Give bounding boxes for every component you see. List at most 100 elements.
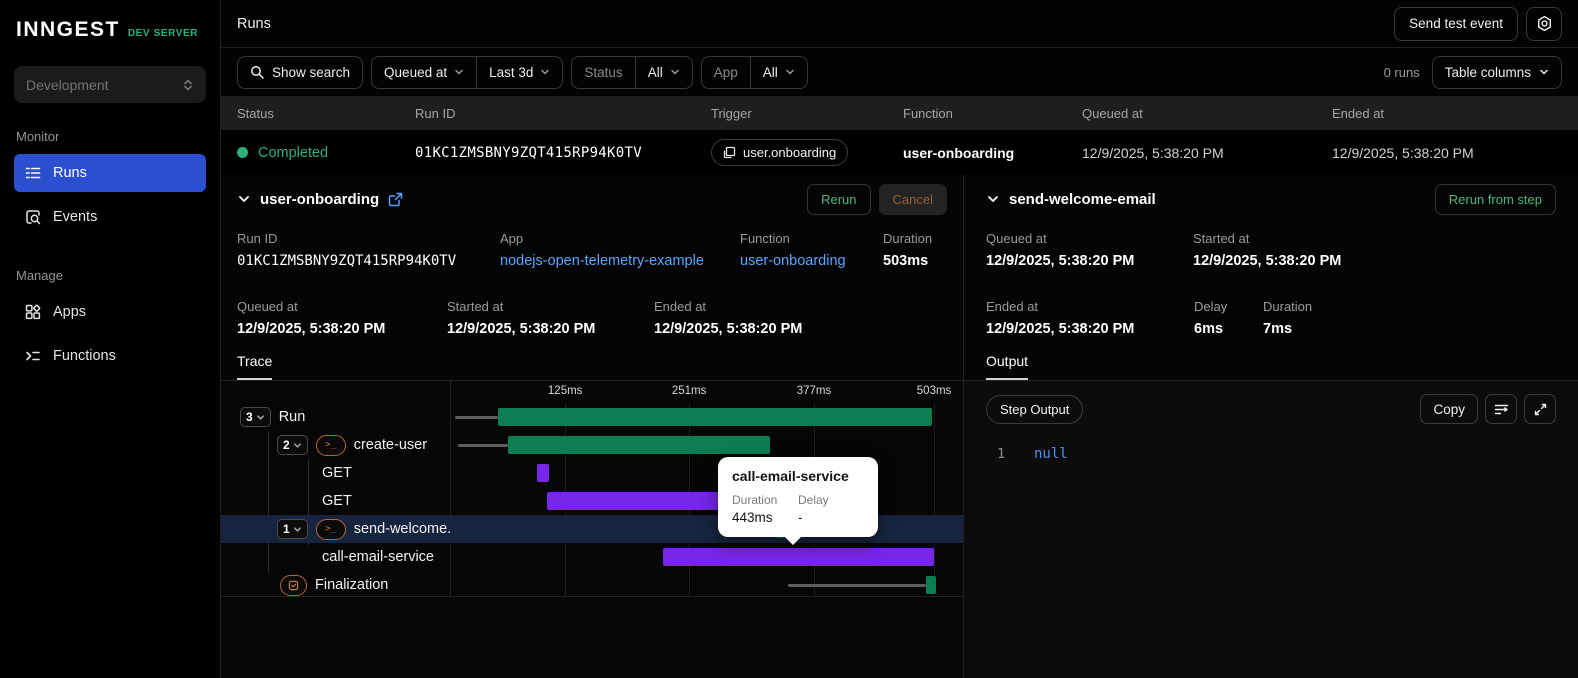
children-count-badge[interactable]: 2 xyxy=(277,435,308,455)
time-range-value: Last 3d xyxy=(489,64,534,80)
step-detail-header: send-welcome-email Rerun from step xyxy=(964,175,1578,223)
app-filter-label: App xyxy=(713,64,738,80)
field-started-at: Started at 12/9/2025, 5:38:20 PM xyxy=(1193,231,1556,269)
send-test-event-button[interactable]: Send test event xyxy=(1394,6,1518,41)
trace-row-track xyxy=(450,431,936,459)
sidebar-item-label: Runs xyxy=(53,165,87,181)
line-number: 1 xyxy=(997,446,1006,462)
step-detail-panel: send-welcome-email Rerun from step Queue… xyxy=(963,175,1578,678)
sidebar-item-apps[interactable]: Apps xyxy=(14,293,206,331)
ended-at-cell: 12/9/2025, 5:38:20 PM xyxy=(1332,144,1474,161)
col-run-id: Run ID xyxy=(415,106,456,121)
word-wrap-icon xyxy=(1494,403,1509,416)
status-filter-dropdown[interactable]: All xyxy=(634,56,692,88)
field-label: App xyxy=(500,231,524,246)
chevron-down-icon xyxy=(785,67,795,77)
trace-row-track xyxy=(450,543,936,571)
cancel-button[interactable]: Cancel xyxy=(878,183,947,215)
trace-row[interactable]: Finalization xyxy=(221,571,963,599)
field-queued-at: Queued at 12/9/2025, 5:38:20 PM xyxy=(237,299,447,337)
status-label: Completed xyxy=(258,144,329,161)
inngest-logo: INNGEST xyxy=(16,18,120,41)
span-bar-http[interactable] xyxy=(536,464,550,482)
span-bar-http[interactable] xyxy=(662,548,935,566)
expand-button[interactable] xyxy=(1524,394,1556,424)
run-detail-fields-row1: Run ID 01KC1ZMSBNY9ZQT415RP94K0TV App no… xyxy=(221,223,963,269)
sidebar-item-events[interactable]: Events xyxy=(14,198,206,236)
span-bar-success[interactable] xyxy=(507,436,770,454)
run-detail-tabs: Trace xyxy=(221,353,963,381)
rerun-from-step-button[interactable]: Rerun from step xyxy=(1434,183,1556,215)
field-label: Queued at xyxy=(986,231,1047,246)
tab-trace[interactable]: Trace xyxy=(237,353,273,380)
time-range-dropdown[interactable]: Last 3d xyxy=(476,56,562,88)
show-search-button[interactable]: Show search xyxy=(237,55,364,89)
show-search-label: Show search xyxy=(272,64,351,80)
collapse-chevron-icon[interactable] xyxy=(237,192,251,206)
chevron-up-down-icon xyxy=(182,78,194,92)
collapse-chevron-icon[interactable] xyxy=(986,192,1000,206)
run-id-cell: 01KC1ZMSBNY9ZQT415RP94K0TV xyxy=(415,144,642,161)
queued-at-cell: 12/9/2025, 5:38:20 PM xyxy=(1082,144,1224,161)
chevron-down-icon xyxy=(454,67,464,77)
span-bar-success[interactable] xyxy=(925,576,937,594)
trace-row-name: call-email-service xyxy=(322,549,434,565)
field-label: Function xyxy=(740,231,790,246)
field-value: 12/9/2025, 5:38:20 PM xyxy=(447,321,596,337)
run-detail-title: user-onboarding xyxy=(260,190,380,208)
trace-row-label: 1 >_ send-welcome... xyxy=(221,518,450,540)
sidebar-item-functions[interactable]: Functions xyxy=(14,337,206,375)
span-bar-http[interactable] xyxy=(547,492,739,510)
field-label: Queued at xyxy=(237,299,298,314)
children-count-badge[interactable]: 1 xyxy=(277,519,308,539)
field-function: Function user-onboarding xyxy=(740,231,883,269)
trigger-badge[interactable]: user.onboarding xyxy=(711,139,849,166)
expand-icon xyxy=(1534,403,1547,416)
trace-row-name: GET xyxy=(322,493,352,509)
function-link[interactable]: user-onboarding xyxy=(740,253,883,269)
children-count-badge[interactable]: 3 xyxy=(240,407,271,427)
tooltip-duration-label: Duration xyxy=(732,493,778,507)
chevron-down-icon xyxy=(1539,67,1549,77)
time-field-dropdown[interactable]: Queued at xyxy=(372,57,476,88)
span-bar-delay[interactable] xyxy=(454,415,499,419)
table-columns-button[interactable]: Table columns xyxy=(1431,55,1562,89)
chevron-down-icon xyxy=(540,67,550,77)
word-wrap-button[interactable] xyxy=(1485,394,1517,424)
workspace-select-value: Development xyxy=(26,76,109,93)
external-link-icon[interactable] xyxy=(388,192,403,207)
trace-row-label: Finalization xyxy=(221,574,450,596)
functions-icon xyxy=(24,347,42,365)
time-field-value: Queued at xyxy=(384,64,448,80)
trace-row[interactable]: call-email-service xyxy=(221,543,963,571)
output-toolbar: Step Output Copy xyxy=(964,381,1578,424)
field-ended-at: Ended at 12/9/2025, 5:38:20 PM xyxy=(986,299,1194,337)
field-label: Ended at xyxy=(986,299,1039,314)
col-queued-at: Queued at xyxy=(1082,106,1143,121)
step-output-badge: Step Output xyxy=(986,394,1084,424)
span-bar-success[interactable] xyxy=(498,408,933,426)
settings-button[interactable] xyxy=(1526,6,1562,41)
sidebar-item-label: Apps xyxy=(53,304,87,320)
app-filter-dropdown[interactable]: All xyxy=(749,56,807,88)
copy-button[interactable]: Copy xyxy=(1420,394,1478,424)
tab-output[interactable]: Output xyxy=(986,353,1029,380)
time-filter-group: Queued at Last 3d xyxy=(371,55,564,89)
monitor-section-label: Monitor xyxy=(16,129,60,144)
search-icon xyxy=(250,65,264,79)
run-detail-panel: user-onboarding Rerun Cancel Run ID 01KC… xyxy=(221,175,963,678)
trace-row[interactable]: 2 >_ create-user xyxy=(221,431,963,459)
main-content: Runs Send test event Show search Queued … xyxy=(221,0,1578,678)
rerun-button[interactable]: Rerun xyxy=(807,183,871,215)
span-bar-delay[interactable] xyxy=(787,583,926,587)
workspace-select[interactable]: Development xyxy=(14,66,206,103)
trace-row[interactable]: 3 Run xyxy=(221,403,963,431)
topbar: Runs Send test event xyxy=(221,0,1578,48)
span-bar-delay[interactable] xyxy=(457,443,508,447)
sidebar-item-runs[interactable]: Runs xyxy=(14,154,206,192)
output-code-line[interactable]: 1 null xyxy=(964,446,1578,462)
table-row[interactable]: Completed 01KC1ZMSBNY9ZQT415RP94K0TV use… xyxy=(221,130,1578,175)
app-link[interactable]: nodejs-open-telemetry-example xyxy=(500,253,740,269)
event-icon xyxy=(723,146,736,159)
trace-row-name: create-user xyxy=(353,437,428,453)
